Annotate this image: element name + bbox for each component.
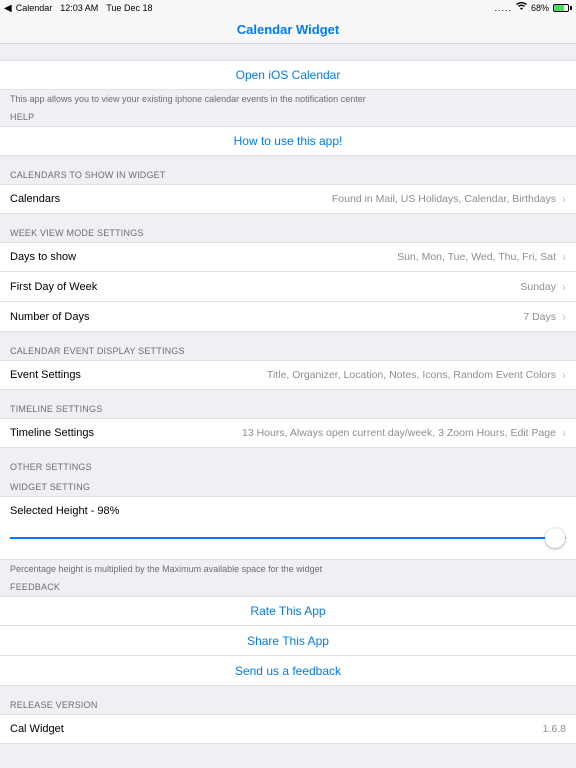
chevron-right-icon: › — [562, 250, 566, 264]
slider-thumb[interactable] — [545, 528, 565, 548]
back-app-label[interactable]: Calendar — [16, 3, 53, 13]
release-version-value: 1.6.8 — [543, 723, 566, 735]
send-feedback-button[interactable]: Send us a feedback — [0, 656, 576, 686]
week-view-section-header: WEEK VIEW MODE SETTINGS — [0, 214, 576, 242]
nav-bar: Calendar Widget — [0, 16, 576, 44]
first-day-value: Sunday — [520, 281, 556, 293]
first-day-row[interactable]: First Day of Week Sunday › — [0, 272, 576, 302]
rate-app-label: Rate This App — [250, 604, 325, 618]
event-display-section-header: CALENDAR EVENT DISPLAY SETTINGS — [0, 332, 576, 360]
first-day-label: First Day of Week — [10, 281, 97, 293]
battery-percent: 68% — [531, 3, 549, 13]
back-caret-icon[interactable]: ◀ — [4, 3, 12, 14]
timeline-settings-label: Timeline Settings — [10, 427, 94, 439]
number-of-days-label: Number of Days — [10, 311, 89, 323]
status-date: Tue Dec 18 — [106, 3, 152, 13]
chevron-right-icon: › — [562, 426, 566, 440]
how-to-use-button[interactable]: How to use this app! — [0, 126, 576, 156]
chevron-right-icon: › — [562, 310, 566, 324]
rate-app-button[interactable]: Rate This App — [0, 596, 576, 626]
slider-track — [10, 537, 566, 539]
cellular-icon: ..... — [494, 3, 512, 13]
open-ios-calendar-label: Open iOS Calendar — [236, 68, 341, 82]
help-section-header: HELP — [0, 106, 576, 126]
chevron-right-icon: › — [562, 368, 566, 382]
calendars-label: Calendars — [10, 193, 60, 205]
calendars-row[interactable]: Calendars Found in Mail, US Holidays, Ca… — [0, 184, 576, 214]
timeline-settings-row[interactable]: Timeline Settings 13 Hours, Always open … — [0, 418, 576, 448]
chevron-right-icon: › — [562, 192, 566, 206]
chevron-right-icon: › — [562, 280, 566, 294]
page-title: Calendar Widget — [237, 22, 339, 37]
other-settings-section-header: OTHER SETTINGS — [0, 448, 576, 476]
selected-height-label: Selected Height - 98% — [10, 501, 566, 525]
settings-scroll[interactable]: Open iOS Calendar This app allows you to… — [0, 44, 576, 768]
timeline-section-header: TIMELINE SETTINGS — [0, 390, 576, 418]
release-name-label: Cal Widget — [10, 723, 64, 735]
slider-footer-text: Percentage height is multiplied by the M… — [0, 560, 576, 576]
height-slider[interactable] — [10, 525, 566, 551]
release-version-row: Cal Widget 1.6.8 — [0, 714, 576, 744]
app-description: This app allows you to view your existin… — [0, 90, 576, 106]
widget-setting-section-header: WIDGET SETTING — [0, 476, 576, 496]
calendars-value: Found in Mail, US Holidays, Calendar, Bi… — [332, 193, 556, 205]
status-bar: ◀ Calendar 12:03 AM Tue Dec 18 ..... 68% — [0, 0, 576, 16]
days-to-show-label: Days to show — [10, 251, 76, 263]
slider-fill — [10, 537, 555, 539]
height-slider-cell: Selected Height - 98% — [0, 496, 576, 560]
wifi-icon — [516, 2, 527, 14]
open-ios-calendar-button[interactable]: Open iOS Calendar — [0, 60, 576, 90]
event-settings-value: Title, Organizer, Location, Notes, Icons… — [267, 369, 556, 381]
number-of-days-value: 7 Days — [523, 311, 556, 323]
battery-icon — [553, 4, 572, 12]
share-app-button[interactable]: Share This App — [0, 626, 576, 656]
event-settings-label: Event Settings — [10, 369, 81, 381]
number-of-days-row[interactable]: Number of Days 7 Days › — [0, 302, 576, 332]
timeline-settings-value: 13 Hours, Always open current day/week, … — [242, 427, 556, 439]
share-app-label: Share This App — [247, 634, 329, 648]
send-feedback-label: Send us a feedback — [235, 664, 341, 678]
status-left: ◀ Calendar 12:03 AM Tue Dec 18 — [4, 3, 152, 14]
days-to-show-value: Sun, Mon, Tue, Wed, Thu, Fri, Sat — [397, 251, 556, 263]
release-version-section-header: RELEASE VERSION — [0, 686, 576, 714]
how-to-use-label: How to use this app! — [234, 134, 343, 148]
status-right: ..... 68% — [494, 2, 572, 14]
event-settings-row[interactable]: Event Settings Title, Organizer, Locatio… — [0, 360, 576, 390]
feedback-section-header: FEEDBACK — [0, 576, 576, 596]
calendars-section-header: CALENDARS TO SHOW IN WIDGET — [0, 156, 576, 184]
days-to-show-row[interactable]: Days to show Sun, Mon, Tue, Wed, Thu, Fr… — [0, 242, 576, 272]
status-time: 12:03 AM — [60, 3, 98, 13]
